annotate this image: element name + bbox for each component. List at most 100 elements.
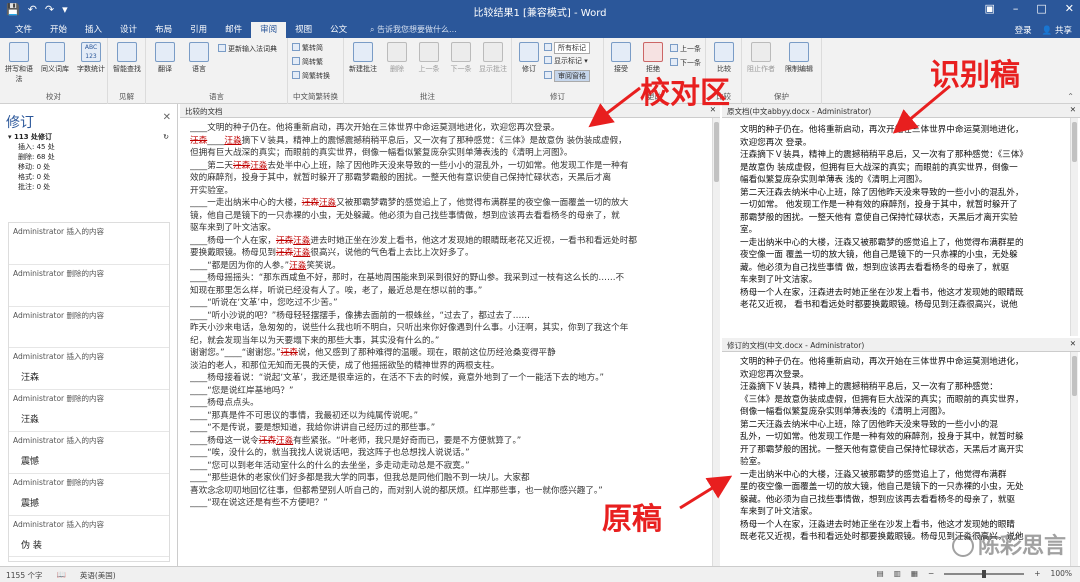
revision-author: Administrator bbox=[13, 394, 65, 404]
web-layout-icon[interactable]: ▦ bbox=[911, 569, 918, 578]
minimize-icon[interactable]: – bbox=[1013, 2, 1019, 15]
proofing-status-icon[interactable]: 📖 bbox=[56, 570, 65, 581]
zoom-slider[interactable] bbox=[944, 569, 1025, 578]
ribbon: 拼写和语法 同义词库 ABC 123 字数统计 校对 智能查找 见解 翻译 语言 … bbox=[0, 38, 1080, 104]
language-label: 语言 bbox=[192, 65, 206, 73]
translate-button[interactable]: 翻译 bbox=[148, 42, 182, 74]
update-ime-label: 更新输入法词典 bbox=[228, 45, 277, 53]
revision-item[interactable]: Administrator 删除的内容 bbox=[9, 265, 169, 307]
combined-scrollbar[interactable] bbox=[712, 118, 720, 566]
group-insights: 智能查找 见解 bbox=[108, 38, 146, 104]
tab-4[interactable]: 布局 bbox=[146, 22, 181, 38]
collapse-ribbon-icon[interactable]: ⌃ bbox=[1067, 92, 1074, 101]
revision-item[interactable]: Administrator 删除的内容 汪淼 bbox=[9, 390, 169, 432]
restrict-editing-button[interactable]: 限制编辑 bbox=[782, 42, 816, 74]
original-scrollbar[interactable] bbox=[1070, 118, 1078, 336]
close-icon[interactable]: ✕ bbox=[163, 112, 171, 123]
zoom-out-icon[interactable]: − bbox=[928, 569, 934, 578]
account-area: 登录 👤 共享 bbox=[1015, 24, 1072, 36]
print-layout-icon[interactable]: ▥ bbox=[894, 569, 901, 578]
translate-label: 翻译 bbox=[158, 65, 172, 73]
revision-item[interactable]: Administrator 插入的内容伪 装 bbox=[9, 516, 169, 558]
ribbon-display-icon[interactable]: ▣ bbox=[984, 2, 994, 15]
revision-author: Administrator bbox=[13, 435, 65, 445]
scroll-thumb[interactable] bbox=[714, 122, 719, 182]
accept-button[interactable]: 接受 bbox=[604, 42, 638, 74]
doc-line: 开实验室。 bbox=[190, 185, 233, 196]
maximize-icon[interactable]: □ bbox=[1036, 2, 1046, 15]
doc-line: 车来到了叶文洁家。 bbox=[740, 275, 818, 285]
doc-line: 要换戴眼镜。杨母见到汪森汪淼很高兴，说他的气色看上去比上次好多了。 bbox=[190, 248, 474, 258]
close-icon[interactable]: ✕ bbox=[1070, 339, 1076, 348]
word-count-status[interactable]: 1155 个字 bbox=[6, 570, 42, 581]
login-link[interactable]: 登录 bbox=[1015, 24, 1032, 36]
doc-line: 第二天汪淼去纳米中心上班，除了因他昨天没来导致的一些小小的混 bbox=[740, 419, 998, 430]
language-status[interactable]: 英语(美国) bbox=[80, 570, 116, 581]
next-comment-button[interactable]: 下一条 bbox=[444, 42, 478, 74]
doc-line: 那霸梦般的困扰。一整天他有 意使自己保持忙碌状态，天黑后才离开实验 bbox=[740, 212, 1018, 223]
tab-7[interactable]: 审阅 bbox=[251, 22, 287, 38]
markup-dropdown[interactable]: 所有标记 bbox=[544, 42, 590, 54]
revised-scrollbar[interactable] bbox=[1070, 352, 1078, 566]
tab-1[interactable]: 开始 bbox=[41, 22, 76, 38]
word-count-button[interactable]: ABC 123 字数统计 bbox=[74, 42, 108, 74]
new-comment-button[interactable]: 新建批注 bbox=[346, 42, 380, 74]
next-change-button[interactable]: 下一条 bbox=[670, 58, 701, 68]
revision-item[interactable]: Administrator 插入的内容 汪森 bbox=[9, 348, 169, 391]
revision-item[interactable]: Administrator 删除的内容 bbox=[9, 307, 169, 349]
read-mode-icon[interactable]: ▤ bbox=[877, 569, 884, 578]
show-markup-button[interactable]: 显示标记 ▾ bbox=[544, 56, 588, 66]
language-button[interactable]: 语言 bbox=[182, 42, 216, 74]
revision-content: 震憾 bbox=[21, 456, 40, 467]
zoom-in-icon[interactable]: + bbox=[1034, 569, 1040, 578]
tab-8[interactable]: 视图 bbox=[286, 22, 321, 38]
show-comments-button[interactable]: 显示批注 bbox=[476, 42, 510, 74]
revision-content: 震撼 bbox=[21, 498, 40, 509]
tab-3[interactable]: 设计 bbox=[111, 22, 146, 38]
update-ime-button[interactable]: 更新输入法词典 bbox=[218, 44, 277, 54]
tab-2[interactable]: 插入 bbox=[76, 22, 111, 38]
prev-change-button[interactable]: 上一条 bbox=[670, 44, 701, 54]
block-authors-button[interactable]: 阻止作者 bbox=[744, 42, 778, 74]
spelling-label: 拼写和语法 bbox=[5, 65, 33, 83]
revision-item[interactable]: Administrator 删除的内容 震撼 bbox=[9, 474, 169, 516]
simp-to-trad-button[interactable]: 简转繁 bbox=[292, 57, 323, 67]
spelling-grammar-button[interactable]: 拼写和语法 bbox=[2, 42, 36, 84]
doc-line: 文明的种子仍在。他将重新启动，再次开始在三体世界中命运莫测地进化， bbox=[740, 125, 1024, 135]
original-document[interactable]: 文明的种子仍在。他将重新启动，再次开始在三体世界中命运莫测地进化， 欢迎您再次 登… bbox=[740, 124, 1068, 334]
scroll-thumb[interactable] bbox=[1072, 122, 1077, 162]
group-label-language: 语言 bbox=[209, 92, 224, 101]
share-button[interactable]: 👤 共享 bbox=[1042, 24, 1072, 36]
zoom-slider-knob[interactable] bbox=[982, 569, 987, 578]
revision-total[interactable]: ▾ 113 处修订 bbox=[8, 132, 173, 142]
delete-comment-button[interactable]: 删除 bbox=[380, 42, 414, 74]
close-icon[interactable]: ✕ bbox=[1065, 2, 1074, 15]
group-label-proofing: 校对 bbox=[46, 92, 61, 101]
smart-lookup-button[interactable]: 智能查找 bbox=[110, 42, 144, 74]
trad-to-simp-button[interactable]: 繁转简 bbox=[292, 43, 323, 53]
doc-line: ____杨母接着说：“说起‘文革’，我还是很幸运的，在活不下去的时候，竟意外地到… bbox=[190, 373, 604, 383]
refresh-icon[interactable]: ↻ bbox=[163, 132, 169, 142]
close-icon[interactable]: ✕ bbox=[1070, 105, 1076, 114]
scroll-thumb[interactable] bbox=[1072, 356, 1077, 396]
revision-item[interactable]: Administrator 插入的内容 震憾 bbox=[9, 432, 169, 474]
tell-me-search[interactable]: ⌕ 告诉我您想要做什么... bbox=[370, 24, 457, 35]
simp-trad-convert-button[interactable]: 简繁转换 bbox=[292, 71, 330, 81]
prev-comment-button[interactable]: 上一条 bbox=[412, 42, 446, 74]
track-changes-label: 修订 bbox=[522, 65, 536, 73]
revision-item[interactable]: Administrator 插入的内容 bbox=[9, 223, 169, 265]
tab-5[interactable]: 引用 bbox=[181, 22, 216, 38]
zoom-level[interactable]: 100% bbox=[1051, 569, 1072, 578]
doc-line: ____第二天汪森汪淼去处半中心上班，除了因他昨天没来导致的一些小小的混乱外，一… bbox=[190, 160, 629, 171]
group-tracking: 修订 所有标记 显示标记 ▾ 审阅窗格 修订 bbox=[512, 38, 604, 104]
thesaurus-button[interactable]: 同义词库 bbox=[38, 42, 72, 74]
tab-0[interactable]: 文件 bbox=[6, 22, 41, 38]
revision-total-label: 113 处修订 bbox=[13, 133, 53, 141]
track-changes-button[interactable]: 修订 bbox=[512, 42, 546, 74]
revision-content: 汪淼 bbox=[21, 415, 40, 426]
tab-9[interactable]: 公文 bbox=[321, 22, 356, 38]
doc-line: ____杨母点点头。 bbox=[190, 398, 259, 408]
tab-6[interactable]: 邮件 bbox=[216, 22, 251, 38]
reviewing-pane-button[interactable]: 审阅窗格 bbox=[544, 70, 590, 82]
combined-doc-title: 比较的文档 bbox=[185, 107, 223, 116]
